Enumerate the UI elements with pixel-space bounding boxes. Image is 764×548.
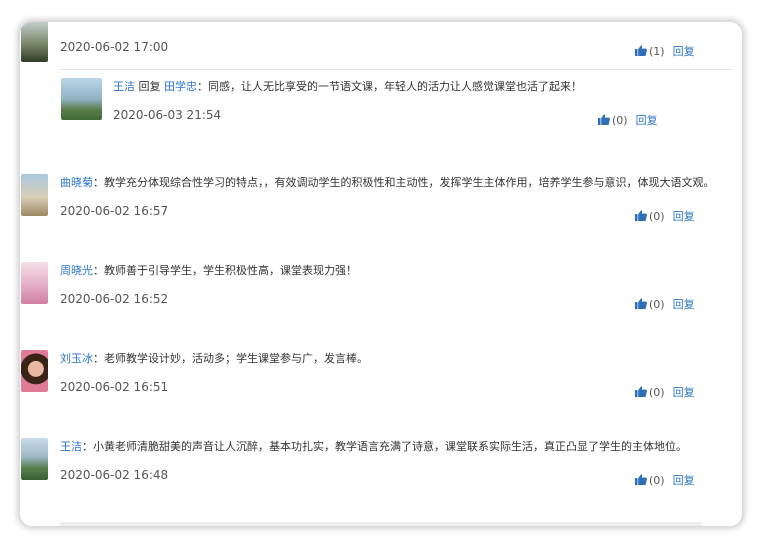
divider [60,69,732,70]
comment-actions: (0) 回复 [598,112,658,128]
comment-body: 曲晓菊：教学充分体现综合性学习的特点，，有效调动学生的积极性和主动性，发挥学生主… [60,176,740,190]
like-count[interactable]: (0) [649,474,665,487]
thumbs-up-icon[interactable] [635,210,647,221]
comment-date: 2020-06-03 21:54 [113,108,222,122]
comment-text: ：小黄老师清脆甜美的声音让人沉醉，基本功扎实，教学语言充满了诗意，课堂联系实际生… [82,440,687,453]
avatar[interactable] [21,174,48,216]
like-count[interactable]: (0) [612,114,628,127]
like-count[interactable]: (1) [649,45,665,58]
comment-date: 2020-06-02 16:52 [60,292,169,306]
comment-actions: (0) 回复 [635,296,695,312]
avatar[interactable] [21,350,48,392]
comment-text: ：教师善于引导学生，学生积极性高，课堂表现力强！ [93,264,357,277]
thumbs-up-icon[interactable] [635,298,647,309]
reply-button[interactable]: 回复 [673,45,695,58]
comment-date: 2020-06-02 16:51 [60,380,169,394]
comment-list: 2020-06-02 17:00 (1) 回复 王洁 回复 田学忠：同感，让人无比… [20,22,742,526]
thumbs-up-icon[interactable] [635,45,647,56]
comment-actions: (0) 回复 [635,384,695,400]
username-link[interactable]: 刘玉冰 [60,352,93,365]
username-link[interactable]: 王洁 [113,80,135,93]
username-link[interactable]: 周晓光 [60,264,93,277]
comment-body: 周晓光：教师善于引导学生，学生积极性高，课堂表现力强！ [60,264,740,278]
comment-actions: (0) 回复 [635,208,695,224]
like-count[interactable]: (0) [649,210,665,223]
comment-actions: (0) 回复 [635,472,695,488]
comment-date: 2020-06-02 16:48 [60,468,169,482]
reply-button[interactable]: 回复 [636,114,658,127]
username-link[interactable]: 曲晓菊 [60,176,93,189]
comment-actions: (1) 回复 [635,43,695,59]
comment-body: 刘玉冰：老师教学设计妙，活动多；学生课堂参与广，发言棒。 [60,352,740,366]
comment-text: ：老师教学设计妙，活动多；学生课堂参与广，发言棒。 [93,352,368,365]
comment-date: 2020-06-02 16:57 [60,204,169,218]
avatar[interactable] [21,438,48,480]
reply-word: 回复 [138,80,161,93]
reply-text: 王洁 回复 田学忠：同感，让人无比享受的一节语文课，年轻人的活力让人感觉课堂也活… [113,80,713,94]
like-count[interactable]: (0) [649,386,665,399]
thumbs-up-icon[interactable] [598,114,610,125]
list-bottom-edge [60,522,702,526]
username-link[interactable]: 王洁 [60,440,82,453]
avatar[interactable] [21,262,48,304]
comment-body: 王洁：小黄老师清脆甜美的声音让人沉醉，基本功扎实，教学语言充满了诗意，课堂联系实… [60,440,740,454]
comment-text: ：教学充分体现综合性学习的特点，，有效调动学生的积极性和主动性，发挥学生主体作用… [93,176,715,189]
avatar[interactable] [61,78,102,120]
comment-date: 2020-06-02 17:00 [60,40,169,54]
thumbs-up-icon[interactable] [635,386,647,397]
thumbs-up-icon[interactable] [635,474,647,485]
like-count[interactable]: (0) [649,298,665,311]
reply-button[interactable]: 回复 [673,474,695,487]
comment-text: ：同感，让人无比享受的一节语文课，年轻人的活力让人感觉课堂也活了起来！ [197,80,582,93]
avatar[interactable] [21,22,48,62]
reply-button[interactable]: 回复 [673,210,695,223]
reply-button[interactable]: 回复 [673,386,695,399]
reply-button[interactable]: 回复 [673,298,695,311]
reply-target-link[interactable]: 田学忠 [164,80,197,93]
